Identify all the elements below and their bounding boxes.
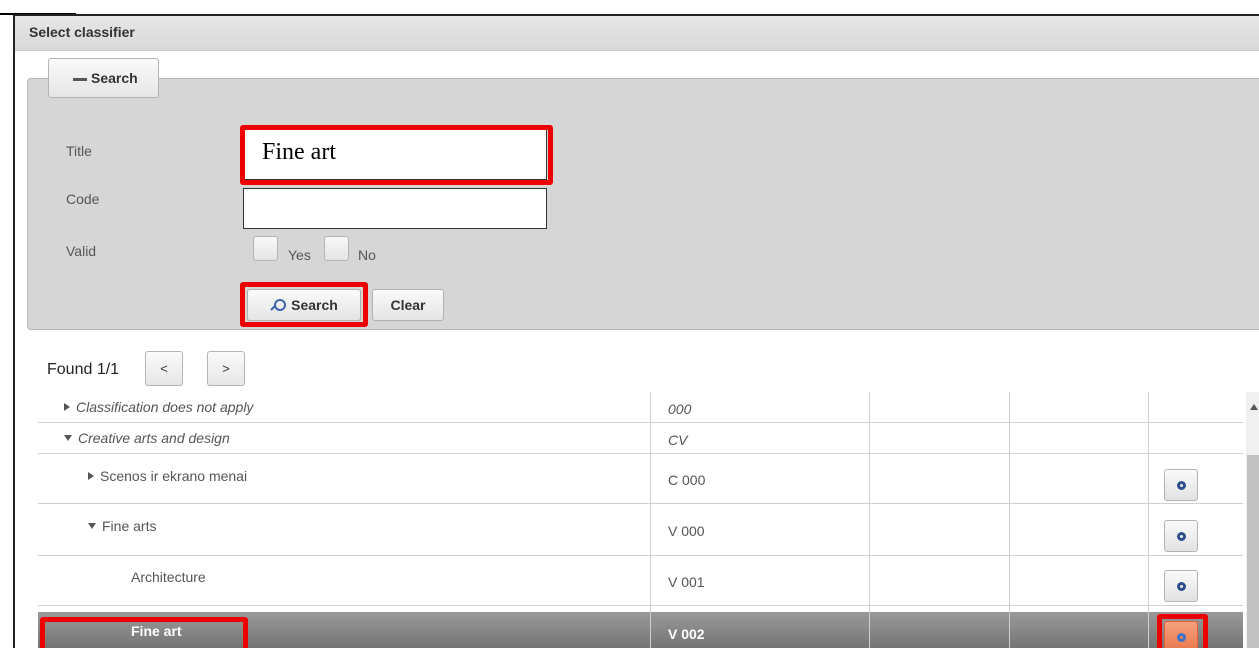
search-panel-toggle[interactable]: Search [48,58,159,98]
row-title: Creative arts and design [64,430,230,446]
minus-icon [73,78,87,81]
collapse-icon[interactable] [64,435,72,441]
code-label: Code [66,191,100,207]
row-title-text: Fine arts [102,518,157,534]
select-circle-icon [1177,532,1186,541]
search-button-highlight [240,282,368,327]
collapse-icon[interactable] [88,523,96,529]
scroll-up-icon[interactable] [1250,404,1258,410]
row-title-text: Creative arts and design [78,430,230,446]
table-row[interactable]: Fine arts V 000 [38,504,1243,556]
title-label: Title [66,143,92,159]
dialog-title: Select classifier [29,24,135,40]
scrollbar-thumb[interactable] [1247,455,1259,648]
clear-button[interactable]: Clear [372,289,444,321]
code-input[interactable] [243,188,547,229]
row-code: CV [668,432,688,448]
dialog-header: Select classifier [15,16,1259,51]
valid-yes-checkbox[interactable] [253,236,278,261]
column-divider [650,392,651,648]
clear-button-label: Clear [390,297,426,313]
row-code: V 001 [668,574,705,590]
select-circle-icon [1177,582,1186,591]
prev-page-button[interactable]: < [145,351,183,386]
row-title: Scenos ir ekrano menai [88,468,247,484]
table-row[interactable]: Scenos ir ekrano menai C 000 [38,454,1243,504]
row-title: Classification does not apply [64,399,253,415]
search-panel-toggle-label: Search [91,70,138,86]
select-circle-icon [1177,481,1186,490]
valid-yes-label: Yes [288,247,311,263]
title-input-highlight [240,125,553,185]
select-row-button[interactable] [1164,469,1198,501]
row-title: Fine arts [88,518,156,534]
row-code: C 000 [668,472,706,488]
select-row-button[interactable] [1164,520,1198,552]
row-code: V 000 [668,523,705,539]
selected-title-highlight [40,617,248,648]
row-title: Architecture [131,569,206,585]
valid-label: Valid [66,243,97,259]
row-code: V 002 [668,626,705,642]
search-panel [27,78,1259,330]
found-count: Found 1/1 [47,361,120,378]
select-button-highlight [1157,614,1208,648]
row-code: 000 [668,401,692,417]
table-row[interactable]: Architecture V 001 [38,556,1243,606]
column-divider [1009,392,1010,648]
table-row[interactable]: Creative arts and design CV [38,423,1243,454]
column-divider [1148,392,1149,648]
valid-no-checkbox[interactable] [324,236,349,261]
next-page-button[interactable]: > [207,351,245,386]
expand-icon[interactable] [88,472,94,480]
table-row[interactable]: Classification does not apply 000 [38,392,1243,423]
valid-no-label: No [358,247,376,263]
row-title-text: Scenos ir ekrano menai [100,468,248,484]
expand-icon[interactable] [64,403,70,411]
column-divider [869,392,870,648]
select-row-button[interactable] [1164,570,1198,602]
row-title-text: Classification does not apply [76,399,254,415]
